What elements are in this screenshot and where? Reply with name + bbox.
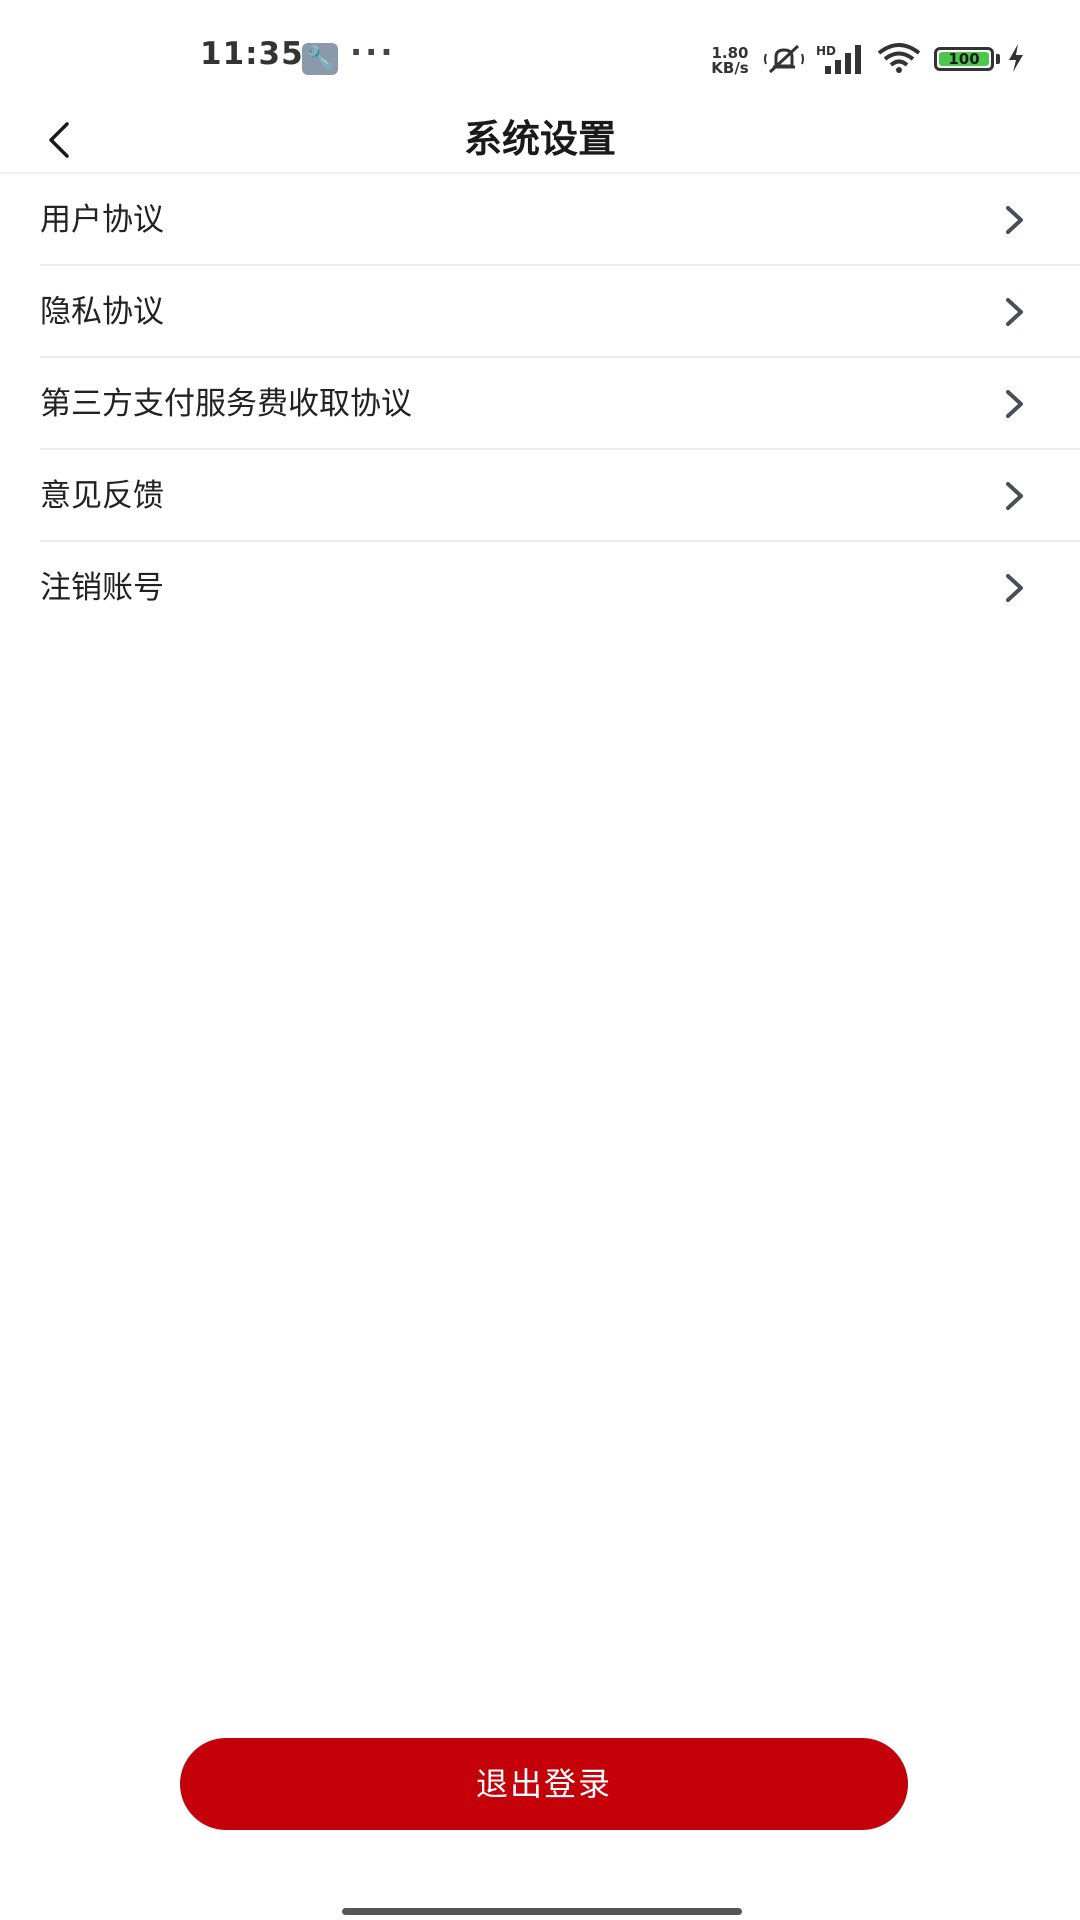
logout-button[interactable]: 退出登录 [180,1738,908,1830]
settings-item-delete-account[interactable]: 注销账号 [0,542,1080,634]
wrench-icon: 🔧 [302,43,338,75]
chevron-right-icon [1006,482,1023,510]
chevron-right-icon [1006,390,1023,418]
charging-bolt-icon [1009,44,1023,72]
network-type-label: HD [816,44,837,58]
settings-item-feedback[interactable]: 意见反馈 [0,450,1080,542]
chevron-right-icon [1006,574,1023,602]
settings-list: 用户协议 隐私协议 第三方支付服务费收取协议 意见反馈 注销账号 [0,174,1080,634]
settings-item-user-agreement[interactable]: 用户协议 [0,174,1080,266]
battery-icon: 100 [934,47,994,71]
header: 系统设置 [0,110,1080,172]
page-title: 系统设置 [463,117,616,161]
status-bar: 11:35 🔧 ··· 1.80 KB/s HD 100 [0,0,1080,110]
wifi-icon [877,43,921,73]
settings-item-privacy-agreement[interactable]: 隐私协议 [0,266,1080,358]
settings-item-label: 用户协议 [40,202,164,238]
battery-tip [996,54,1000,64]
settings-item-label: 隐私协议 [40,294,164,330]
back-button[interactable] [28,110,88,170]
settings-item-label: 意见反馈 [40,478,164,514]
settings-item-label: 第三方支付服务费收取协议 [40,386,412,422]
network-speed: 1.80 KB/s [706,46,754,76]
more-notifications-icon: ··· [350,33,396,71]
battery-level-text: 100 [948,50,980,68]
network-speed-unit: KB/s [711,59,749,77]
chevron-right-icon [1006,206,1023,234]
settings-item-label: 注销账号 [40,570,164,606]
chevron-left-icon [49,122,69,158]
chevron-right-icon [1006,298,1023,326]
settings-item-payment-fee-agreement[interactable]: 第三方支付服务费收取协议 [0,358,1080,450]
mute-bell-icon [764,44,804,74]
home-indicator[interactable] [342,1908,742,1915]
status-time: 11:35 [200,36,304,72]
